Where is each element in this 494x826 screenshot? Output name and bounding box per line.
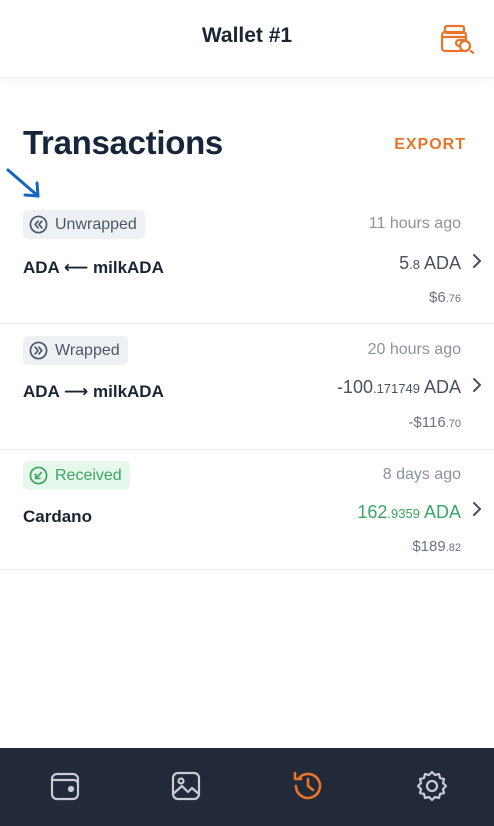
chevron-right-icon[interactable] xyxy=(470,501,484,517)
transaction-row[interactable]: Unwrapped 11 hours ago ADA ⟵ milkADA 5.8… xyxy=(0,200,494,324)
status-badge-label: Wrapped xyxy=(55,341,120,359)
chevron-right-icon[interactable] xyxy=(470,377,484,393)
export-button[interactable]: EXPORT xyxy=(394,136,466,154)
transaction-amount: -100.171749 ADA xyxy=(336,377,461,397)
image-icon[interactable] xyxy=(168,768,204,804)
transaction-time: 8 days ago xyxy=(382,466,461,483)
transaction-time: 11 hours ago xyxy=(368,215,461,232)
annotation-arrow-icon xyxy=(6,168,40,198)
wallet-title[interactable]: Wallet #1 xyxy=(0,24,494,48)
transaction-amount: 5.8 ADA xyxy=(399,253,461,273)
wallet-icon[interactable] xyxy=(47,768,83,804)
page-title: Transactions xyxy=(23,124,223,161)
transaction-fiat-amount: -$116.70 xyxy=(408,414,461,431)
transaction-fiat-amount: $6.76 xyxy=(429,289,461,306)
status-badge-label: Unwrapped xyxy=(55,215,137,233)
transaction-fiat-amount: $189.82 xyxy=(412,538,461,555)
transaction-row[interactable]: Wrapped 20 hours ago ADA ⟶ milkADA -100.… xyxy=(0,324,494,450)
bottom-nav xyxy=(0,748,494,826)
transaction-amount: 162.9359 ADA xyxy=(357,502,461,522)
top-header: Wallet #1 xyxy=(0,0,494,78)
double-chevron-right-circle-icon xyxy=(29,341,48,360)
gear-icon[interactable] xyxy=(414,768,450,804)
status-badge: Wrapped xyxy=(23,336,128,365)
history-icon[interactable] xyxy=(290,768,326,804)
transaction-name: ADA ⟵ milkADA xyxy=(23,258,164,277)
transaction-name: ADA ⟶ milkADA xyxy=(23,382,164,401)
transaction-row[interactable]: Received 8 days ago Cardano 162.9359 ADA… xyxy=(0,450,494,570)
status-badge: Unwrapped xyxy=(23,210,145,239)
transaction-name: Cardano xyxy=(23,507,92,526)
transaction-time: 20 hours ago xyxy=(367,341,461,358)
chevron-right-icon[interactable] xyxy=(470,253,484,269)
arrow-down-left-circle-icon xyxy=(29,466,48,485)
wallet-cards-icon[interactable] xyxy=(440,23,474,55)
status-badge-label: Received xyxy=(55,466,122,484)
status-badge: Received xyxy=(23,461,130,490)
double-chevron-left-circle-icon xyxy=(29,215,48,234)
